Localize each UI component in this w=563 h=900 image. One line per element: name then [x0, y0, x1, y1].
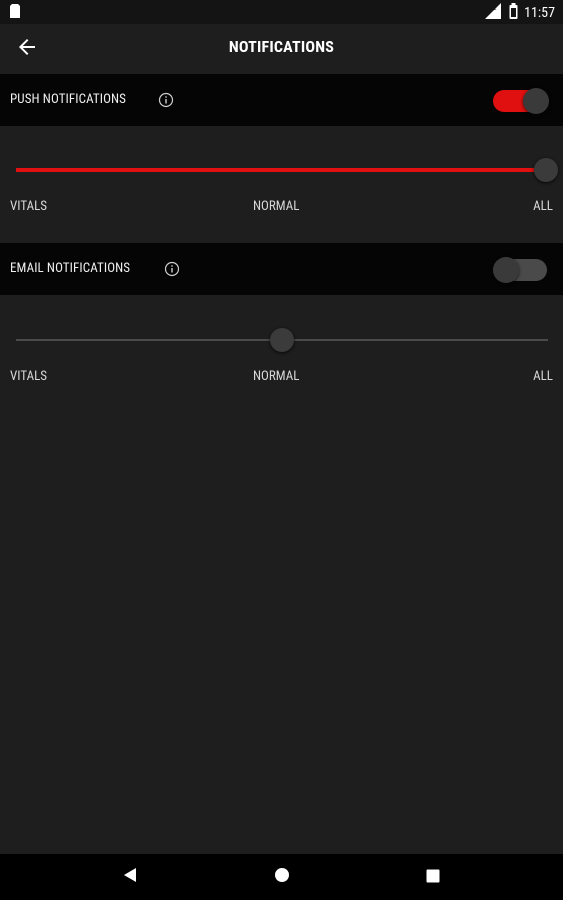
status-time: 11:57 — [524, 5, 555, 21]
lte-signal-icon: LTE — [485, 3, 503, 23]
email-notifications-row: EMAIL NOTIFICATIONS — [0, 243, 563, 295]
info-icon[interactable] — [164, 261, 180, 277]
email-level-vitals: VITALS — [10, 369, 48, 384]
slider-knob[interactable] — [534, 158, 558, 182]
email-notifications-label: EMAIL NOTIFICATIONS — [10, 261, 131, 276]
slider-fill — [16, 168, 548, 172]
push-level-normal: NORMAL — [253, 199, 300, 214]
nav-home-button[interactable] — [262, 854, 302, 900]
sim-card-icon — [10, 4, 20, 22]
email-level-all: ALL — [533, 369, 553, 384]
push-notifications-label: PUSH NOTIFICATIONS — [10, 92, 126, 107]
toggle-thumb — [523, 88, 549, 114]
battery-icon — [509, 3, 518, 23]
nav-back-button[interactable] — [110, 854, 150, 900]
email-notifications-toggle[interactable] — [493, 257, 549, 283]
page-title: NOTIFICATIONS — [228, 37, 335, 56]
push-level-all: ALL — [533, 199, 553, 214]
push-notifications-row: PUSH NOTIFICATIONS — [0, 74, 563, 126]
status-bar: LTE 11:57 — [0, 0, 563, 24]
push-notifications-toggle[interactable] — [493, 88, 549, 114]
push-level-vitals: VITALS — [10, 199, 48, 214]
slider-knob[interactable] — [270, 328, 294, 352]
push-level-slider[interactable] — [16, 156, 558, 186]
email-level-normal: NORMAL — [253, 369, 300, 384]
toggle-thumb — [493, 257, 519, 283]
nav-recents-button[interactable] — [413, 854, 453, 900]
home-circle-icon — [274, 867, 290, 887]
navigation-bar — [0, 854, 563, 900]
back-triangle-icon — [123, 867, 137, 887]
svg-text:LTE: LTE — [486, 6, 497, 12]
info-icon[interactable] — [158, 92, 174, 108]
recents-square-icon — [426, 868, 440, 887]
email-level-slider[interactable] — [16, 326, 548, 356]
app-bar: NOTIFICATIONS — [0, 24, 563, 74]
